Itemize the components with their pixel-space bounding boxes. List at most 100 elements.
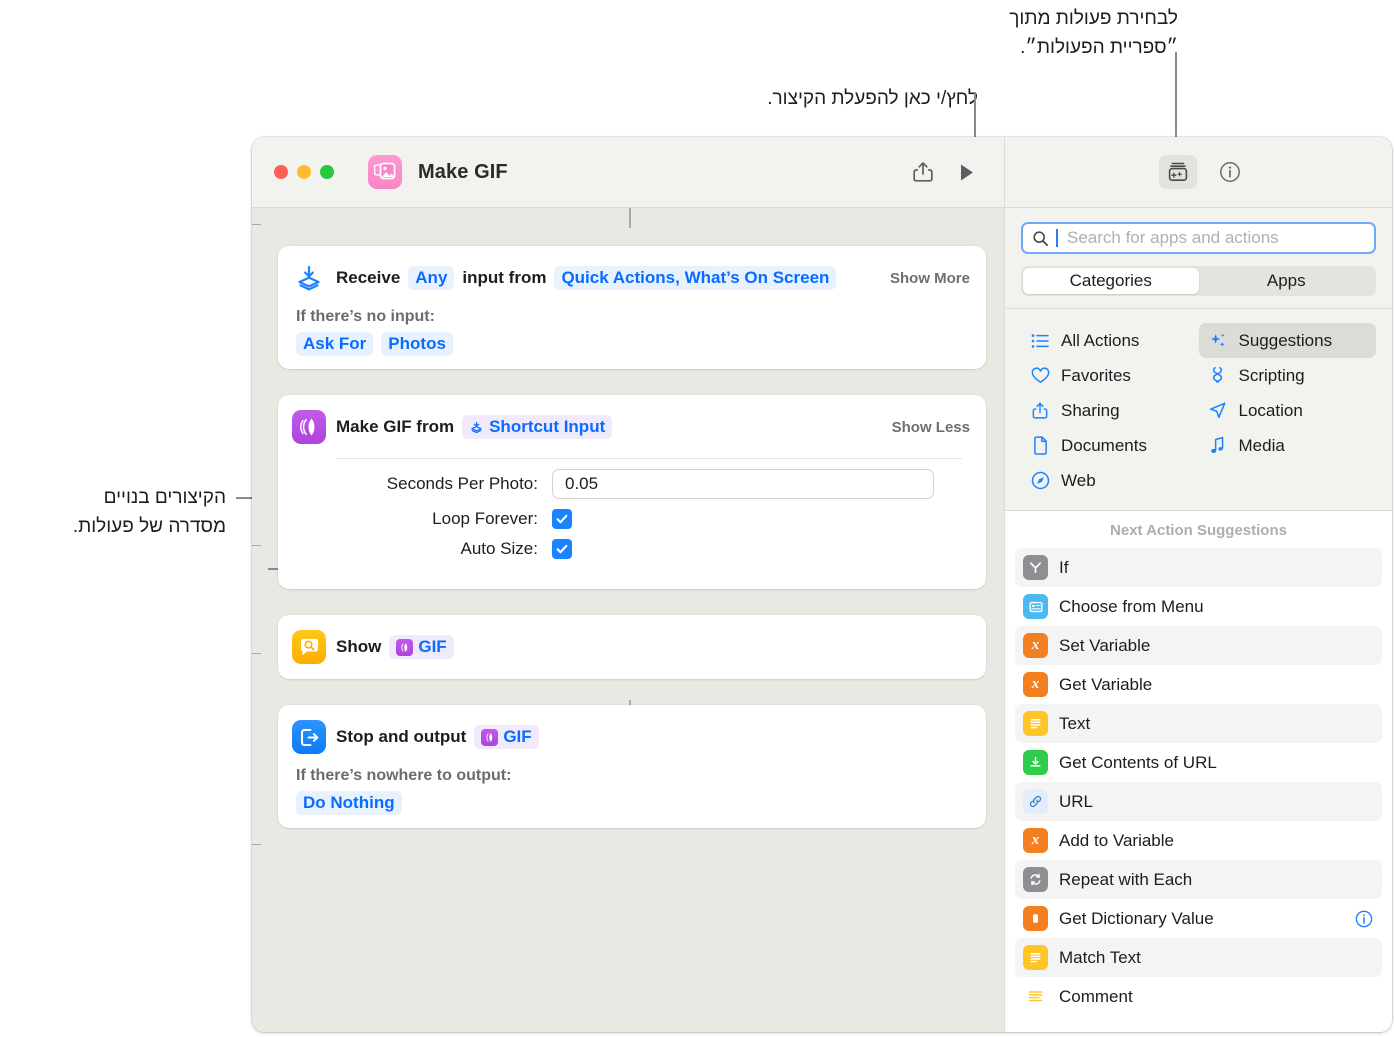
category-label: Suggestions — [1238, 330, 1333, 350]
tab-categories[interactable]: Categories — [1023, 268, 1199, 294]
param-label: Loop Forever: — [432, 509, 538, 528]
ask-for-chip[interactable]: Ask For — [296, 332, 374, 356]
action-card-receive[interactable]: Receive Any input from Quick Actions, Wh… — [278, 246, 986, 369]
suggestion-label: URL — [1059, 791, 1094, 811]
text-icon — [1023, 945, 1048, 970]
show-more-toggle[interactable]: Show More — [878, 270, 970, 287]
menu-icon — [1023, 594, 1048, 619]
document-icon — [1030, 436, 1050, 455]
suggestion-label: Get Dictionary Value — [1059, 908, 1214, 928]
gif-variable-chip[interactable]: GIF — [474, 725, 539, 749]
leader-line-library-vertical — [1175, 52, 1177, 138]
suggestion-row-add-to-variable[interactable]: x Add to Variable — [1015, 821, 1382, 860]
link-icon — [1023, 789, 1048, 814]
suggestion-row-get-contents-of-url[interactable]: Get Contents of URL — [1015, 743, 1382, 782]
library-mode-segmented-control[interactable]: Categories Apps — [1021, 266, 1376, 296]
show-less-toggle[interactable]: Show Less — [880, 419, 970, 436]
sparkles-icon — [1208, 331, 1228, 350]
grouping-bracket-bottom — [252, 653, 261, 845]
annotation-library: לבחירת פעולות מתוך ״ספריית הפעולות״. — [1009, 8, 1178, 58]
close-button[interactable] — [274, 165, 288, 179]
window-content: Receive Any input from Quick Actions, Wh… — [252, 208, 1392, 1032]
seconds-per-photo-input[interactable]: 0.05 — [552, 469, 934, 499]
heart-icon — [1030, 367, 1050, 384]
suggestion-label: Repeat with Each — [1059, 869, 1193, 889]
categories-column-right: Suggestions Scripting Location Media — [1198, 323, 1377, 498]
titlebar-sidebar-section — [1005, 137, 1392, 207]
category-label: Sharing — [1061, 400, 1120, 420]
suggestion-row-repeat-with-each[interactable]: Repeat with Each — [1015, 860, 1382, 899]
action-title-middle: input from — [462, 268, 547, 287]
gif-variable-chip[interactable]: GIF — [389, 635, 454, 659]
stop-output-icon — [292, 720, 326, 754]
search-input[interactable] — [1065, 227, 1365, 249]
category-all-actions[interactable]: All Actions — [1021, 323, 1199, 358]
category-sharing[interactable]: Sharing — [1021, 393, 1199, 428]
action-header: Make GIF from Shortcut Input Show Less — [292, 408, 970, 446]
input-source-chip[interactable]: Quick Actions, What’s On Screen — [554, 266, 837, 290]
category-documents[interactable]: Documents — [1021, 428, 1199, 463]
shortcut-input-chip[interactable]: Shortcut Input — [462, 415, 613, 439]
suggestion-label: Comment — [1059, 986, 1133, 1006]
param-label: Auto Size: — [460, 539, 539, 558]
play-icon[interactable] — [948, 155, 986, 189]
input-type-chip[interactable]: Any — [408, 266, 455, 290]
suggestion-row-set-variable[interactable]: x Set Variable — [1015, 626, 1382, 665]
action-title: Show GIF — [336, 635, 454, 659]
category-media[interactable]: Media — [1199, 428, 1377, 463]
zoom-button[interactable] — [320, 165, 334, 179]
action-card-show[interactable]: Show GIF — [278, 615, 986, 679]
info-icon[interactable] — [1354, 909, 1374, 929]
if-icon — [1023, 555, 1048, 580]
suggestion-row-get-dictionary-value[interactable]: Get Dictionary Value — [1015, 899, 1382, 938]
suggestion-row-get-variable[interactable]: x Get Variable — [1015, 665, 1382, 704]
photos-chip[interactable]: Photos — [381, 332, 453, 356]
suggestion-row-if[interactable]: If — [1015, 548, 1382, 587]
minimize-button[interactable] — [297, 165, 311, 179]
category-location[interactable]: Location — [1199, 393, 1377, 428]
shortcut-input-chip-label: Shortcut Input — [489, 417, 606, 436]
suggestion-row-match-text[interactable]: Match Text — [1015, 938, 1382, 977]
category-label: Media — [1238, 435, 1285, 455]
category-web[interactable]: Web — [1021, 463, 1199, 498]
suggestion-row-comment[interactable]: Comment — [1015, 977, 1382, 1016]
category-scripting[interactable]: Scripting — [1199, 358, 1377, 393]
no-input-chips: Ask For Photos — [296, 332, 970, 356]
suggestion-row-choose-from-menu[interactable]: Choose from Menu — [1015, 587, 1382, 626]
info-icon[interactable] — [1211, 155, 1249, 189]
action-card-stop-output[interactable]: Stop and output GIF If there’s nowhere t… — [278, 705, 986, 828]
list-icon — [1030, 333, 1050, 349]
suggestion-label: Set Variable — [1059, 635, 1151, 655]
annotation-run: לחץ/י כאן להפעלת הקיצור. — [767, 88, 978, 109]
connector-line — [629, 208, 631, 228]
leader-line-run-vertical — [974, 92, 976, 138]
action-card-make-gif[interactable]: Make GIF from Shortcut Input Show Less S… — [278, 395, 986, 589]
suggestion-label: If — [1059, 557, 1069, 577]
loop-forever-checkbox[interactable] — [552, 509, 572, 529]
suggestion-label: Add to Variable — [1059, 830, 1174, 850]
search-container — [1005, 208, 1392, 264]
no-input-label: If there’s no input: — [296, 308, 435, 325]
share-icon[interactable] — [904, 155, 942, 189]
category-favorites[interactable]: Favorites — [1021, 358, 1199, 393]
action-library-icon[interactable] — [1158, 155, 1197, 189]
tab-apps[interactable]: Apps — [1199, 268, 1375, 294]
safari-icon — [1030, 471, 1050, 490]
window-controls[interactable] — [274, 165, 334, 179]
magic-variable-icon — [471, 421, 482, 433]
suggestion-row-text[interactable]: Text — [1015, 704, 1382, 743]
action-title-prefix: Stop and output — [336, 727, 467, 746]
action-header: Stop and output GIF — [292, 718, 970, 756]
next-action-suggestions-list[interactable]: Next Action Suggestions If Choose from M… — [1005, 510, 1392, 1032]
category-label: Web — [1061, 470, 1096, 490]
annotation-builtin: הקיצורים בנויים מסדרה של פעולות. — [72, 487, 226, 537]
action-title-prefix: Make GIF from — [336, 417, 455, 436]
action-title: Make GIF from Shortcut Input — [336, 415, 613, 439]
category-suggestions[interactable]: Suggestions — [1198, 323, 1376, 358]
auto-size-checkbox[interactable] — [552, 539, 572, 559]
search-box[interactable] — [1021, 222, 1376, 254]
do-nothing-chip[interactable]: Do Nothing — [296, 791, 402, 815]
variable-icon: x — [1023, 672, 1048, 697]
repeat-icon — [1023, 867, 1048, 892]
suggestion-row-url[interactable]: URL — [1015, 782, 1382, 821]
